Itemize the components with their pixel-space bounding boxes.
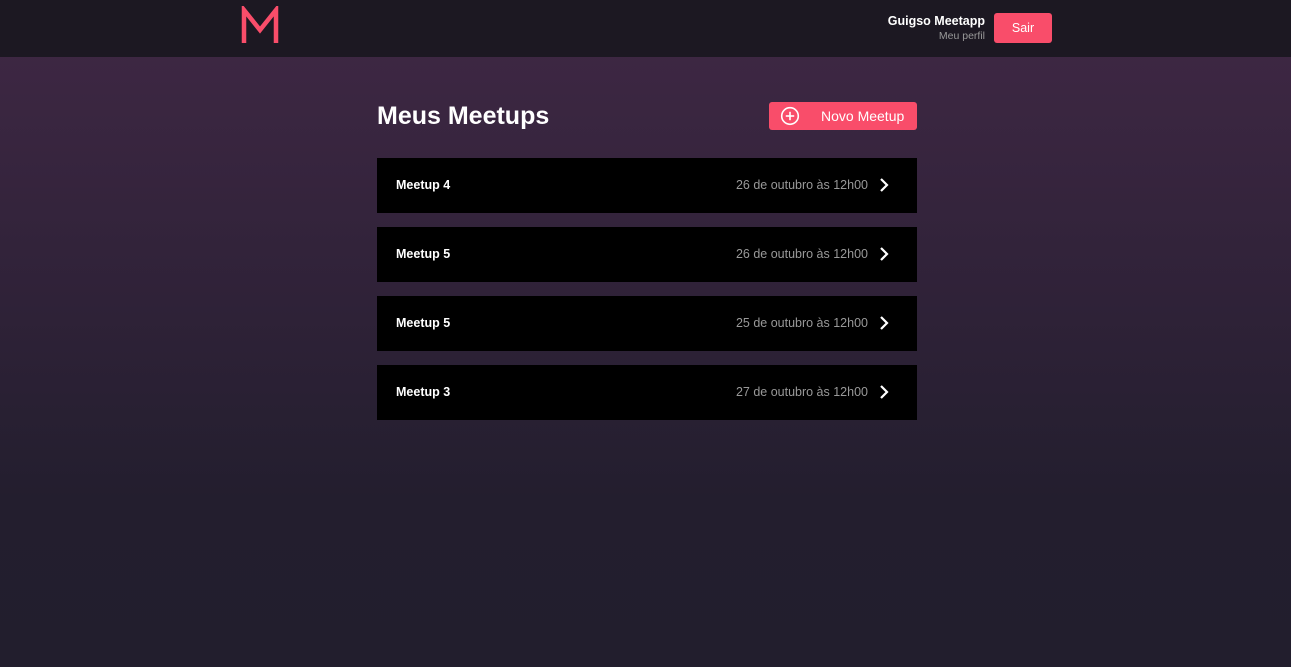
- meetup-date: 27 de outubro às 12h00: [735, 385, 868, 399]
- meetup-item[interactable]: Meetup 3 27 de outubro às 12h00: [377, 365, 917, 420]
- meetup-item[interactable]: Meetup 4 26 de outubro às 12h00: [377, 158, 917, 213]
- new-meetup-button[interactable]: Novo Meetup: [769, 102, 917, 130]
- chevron-right-icon: [880, 178, 889, 192]
- meetapp-logo-icon[interactable]: [240, 6, 280, 46]
- chevron-right-icon: [880, 247, 889, 261]
- chevron-right-icon: [880, 316, 889, 330]
- top-bar: Guigso Meetapp Meu perfil Sair: [0, 0, 1291, 57]
- meetup-title: Meetup 5: [396, 316, 451, 330]
- user-info: Guigso Meetapp Meu perfil: [888, 13, 985, 43]
- page-title: Meus Meetups: [377, 102, 550, 130]
- meetup-title: Meetup 4: [396, 178, 451, 192]
- plus-circle-icon: [780, 106, 800, 126]
- meetup-title: Meetup 3: [396, 385, 451, 399]
- user-name: Guigso Meetapp: [887, 14, 985, 28]
- meetup-date: 26 de outubro às 12h00: [735, 247, 868, 261]
- meetup-title: Meetup 5: [396, 247, 451, 261]
- logout-button[interactable]: Sair: [994, 13, 1052, 43]
- new-meetup-label: Novo Meetup: [821, 108, 905, 124]
- meetup-item[interactable]: Meetup 5 25 de outubro às 12h00: [377, 296, 917, 351]
- meetup-date: 26 de outubro às 12h00: [735, 178, 868, 192]
- profile-link[interactable]: Meu perfil: [888, 29, 985, 43]
- chevron-right-icon: [880, 385, 889, 399]
- meetup-item[interactable]: Meetup 5 26 de outubro às 12h00: [377, 227, 917, 282]
- meetup-list: Meetup 4 26 de outubro às 12h00 Meetup 5…: [377, 158, 917, 434]
- meetup-date: 25 de outubro às 12h00: [735, 316, 868, 330]
